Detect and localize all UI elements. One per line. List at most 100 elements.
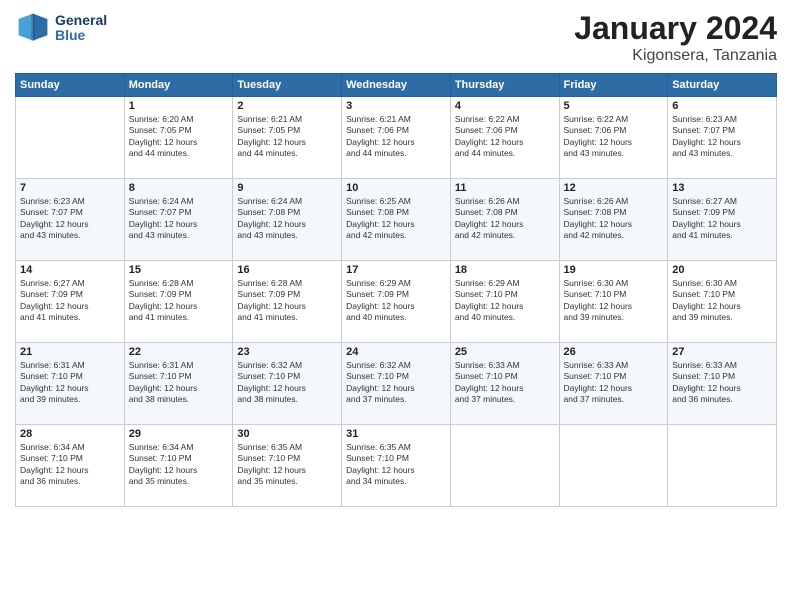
calendar-cell: 17 Sunrise: 6:29 AM Sunset: 7:09 PM Dayli… [342,261,451,343]
calendar-cell: 20Sunrise: 6:30 AM Sunset: 7:10 PM Dayli… [668,261,777,343]
day-number: 9 [237,182,337,194]
day-info: Sunrise: 6:22 AM Sunset: 7:06 PM Dayligh… [564,114,664,160]
calendar-cell: 8 Sunrise: 6:24 AM Sunset: 7:07 PM Daylig… [124,179,233,261]
day-number: 21 [20,346,120,358]
day-number: 30 [237,428,337,440]
calendar-cell [450,425,559,507]
day-number: 31 [346,428,446,440]
day-number: 27 [672,346,772,358]
calendar-cell: 10 Sunrise: 6:25 AM Sunset: 7:08 PM Dayli… [342,179,451,261]
day-info: Sunrise: 6:29 AM Sunset: 7:09 PM Dayligh… [346,278,446,324]
week-row-5: 28 Sunrise: 6:34 AM Sunset: 7:10 PM Dayli… [16,425,777,507]
calendar-cell: 6 Sunrise: 6:23 AM Sunset: 7:07 PM Daylig… [668,97,777,179]
day-number: 4 [455,100,555,112]
calendar-cell: 2 Sunrise: 6:21 AM Sunset: 7:05 PM Daylig… [233,97,342,179]
day-info: Sunrise: 6:33 AM Sunset: 7:10 PM Dayligh… [564,360,664,406]
location-title: Kigonsera, Tanzania [574,47,777,65]
day-number: 22 [129,346,229,358]
day-number: 15 [129,264,229,276]
header-cell-saturday: Saturday [668,74,777,97]
calendar-cell: 29Sunrise: 6:34 AM Sunset: 7:10 PM Dayli… [124,425,233,507]
day-number: 26 [564,346,664,358]
day-number: 17 [346,264,446,276]
calendar-cell: 4 Sunrise: 6:22 AM Sunset: 7:06 PM Daylig… [450,97,559,179]
day-number: 12 [564,182,664,194]
day-info: Sunrise: 6:29 AM Sunset: 7:10 PM Dayligh… [455,278,555,324]
day-info: Sunrise: 6:32 AM Sunset: 7:10 PM Dayligh… [237,360,337,406]
calendar-cell: 26 Sunrise: 6:33 AM Sunset: 7:10 PM Dayli… [559,343,668,425]
logo-blue: Blue [55,28,107,43]
day-number: 20 [672,264,772,276]
day-info: Sunrise: 6:24 AM Sunset: 7:07 PM Dayligh… [129,196,229,242]
day-number: 18 [455,264,555,276]
day-number: 8 [129,182,229,194]
calendar-cell: 27 Sunrise: 6:33 AM Sunset: 7:10 PM Dayli… [668,343,777,425]
calendar-cell: 25Sunrise: 6:33 AM Sunset: 7:10 PM Dayli… [450,343,559,425]
calendar-header: SundayMondayTuesdayWednesdayThursdayFrid… [16,74,777,97]
day-number: 6 [672,100,772,112]
day-info: Sunrise: 6:26 AM Sunset: 7:08 PM Dayligh… [564,196,664,242]
header-cell-wednesday: Wednesday [342,74,451,97]
day-info: Sunrise: 6:23 AM Sunset: 7:07 PM Dayligh… [20,196,120,242]
calendar-cell: 3Sunrise: 6:21 AM Sunset: 7:06 PM Daylig… [342,97,451,179]
logo-icon [15,10,51,46]
day-number: 1 [129,100,229,112]
calendar-cell: 14 Sunrise: 6:27 AM Sunset: 7:09 PM Dayli… [16,261,125,343]
day-number: 28 [20,428,120,440]
day-number: 19 [564,264,664,276]
calendar-cell: 16 Sunrise: 6:28 AM Sunset: 7:09 PM Dayli… [233,261,342,343]
day-info: Sunrise: 6:31 AM Sunset: 7:10 PM Dayligh… [129,360,229,406]
week-row-1: 1Sunrise: 6:20 AM Sunset: 7:05 PM Daylig… [16,97,777,179]
day-info: Sunrise: 6:23 AM Sunset: 7:07 PM Dayligh… [672,114,772,160]
week-row-4: 21 Sunrise: 6:31 AM Sunset: 7:10 PM Dayli… [16,343,777,425]
day-info: Sunrise: 6:28 AM Sunset: 7:09 PM Dayligh… [237,278,337,324]
week-row-3: 14 Sunrise: 6:27 AM Sunset: 7:09 PM Dayli… [16,261,777,343]
week-row-2: 7Sunrise: 6:23 AM Sunset: 7:07 PM Daylig… [16,179,777,261]
day-number: 24 [346,346,446,358]
day-number: 5 [564,100,664,112]
calendar-cell: 21 Sunrise: 6:31 AM Sunset: 7:10 PM Dayli… [16,343,125,425]
logo: General Blue [15,10,107,46]
header-cell-tuesday: Tuesday [233,74,342,97]
logo-general: General [55,13,107,28]
day-info: Sunrise: 6:26 AM Sunset: 7:08 PM Dayligh… [455,196,555,242]
calendar-cell: 28 Sunrise: 6:34 AM Sunset: 7:10 PM Dayli… [16,425,125,507]
day-number: 10 [346,182,446,194]
day-info: Sunrise: 6:24 AM Sunset: 7:08 PM Dayligh… [237,196,337,242]
calendar-cell: 15Sunrise: 6:28 AM Sunset: 7:09 PM Dayli… [124,261,233,343]
calendar-cell [668,425,777,507]
day-number: 16 [237,264,337,276]
month-title: January 2024 [574,10,777,47]
day-info: Sunrise: 6:30 AM Sunset: 7:10 PM Dayligh… [564,278,664,324]
header-cell-thursday: Thursday [450,74,559,97]
day-info: Sunrise: 6:34 AM Sunset: 7:10 PM Dayligh… [20,442,120,488]
day-info: Sunrise: 6:33 AM Sunset: 7:10 PM Dayligh… [672,360,772,406]
day-info: Sunrise: 6:27 AM Sunset: 7:09 PM Dayligh… [672,196,772,242]
calendar-cell: 24 Sunrise: 6:32 AM Sunset: 7:10 PM Dayli… [342,343,451,425]
title-block: January 2024 Kigonsera, Tanzania [574,10,777,65]
day-info: Sunrise: 6:27 AM Sunset: 7:09 PM Dayligh… [20,278,120,324]
calendar-cell [16,97,125,179]
header-row: SundayMondayTuesdayWednesdayThursdayFrid… [16,74,777,97]
calendar-body: 1Sunrise: 6:20 AM Sunset: 7:05 PM Daylig… [16,97,777,507]
calendar-cell: 22 Sunrise: 6:31 AM Sunset: 7:10 PM Dayli… [124,343,233,425]
day-number: 14 [20,264,120,276]
day-info: Sunrise: 6:25 AM Sunset: 7:08 PM Dayligh… [346,196,446,242]
header-cell-monday: Monday [124,74,233,97]
page: General Blue January 2024 Kigonsera, Tan… [0,0,792,612]
day-info: Sunrise: 6:31 AM Sunset: 7:10 PM Dayligh… [20,360,120,406]
day-info: Sunrise: 6:21 AM Sunset: 7:05 PM Dayligh… [237,114,337,160]
day-number: 23 [237,346,337,358]
day-info: Sunrise: 6:22 AM Sunset: 7:06 PM Dayligh… [455,114,555,160]
header: General Blue January 2024 Kigonsera, Tan… [15,10,777,65]
day-number: 25 [455,346,555,358]
day-info: Sunrise: 6:32 AM Sunset: 7:10 PM Dayligh… [346,360,446,406]
calendar-cell: 31 Sunrise: 6:35 AM Sunset: 7:10 PM Dayli… [342,425,451,507]
day-info: Sunrise: 6:35 AM Sunset: 7:10 PM Dayligh… [346,442,446,488]
header-cell-friday: Friday [559,74,668,97]
header-cell-sunday: Sunday [16,74,125,97]
calendar-table: SundayMondayTuesdayWednesdayThursdayFrid… [15,73,777,507]
day-number: 2 [237,100,337,112]
logo-text: General Blue [55,13,107,44]
calendar-cell: 30Sunrise: 6:35 AM Sunset: 7:10 PM Dayli… [233,425,342,507]
